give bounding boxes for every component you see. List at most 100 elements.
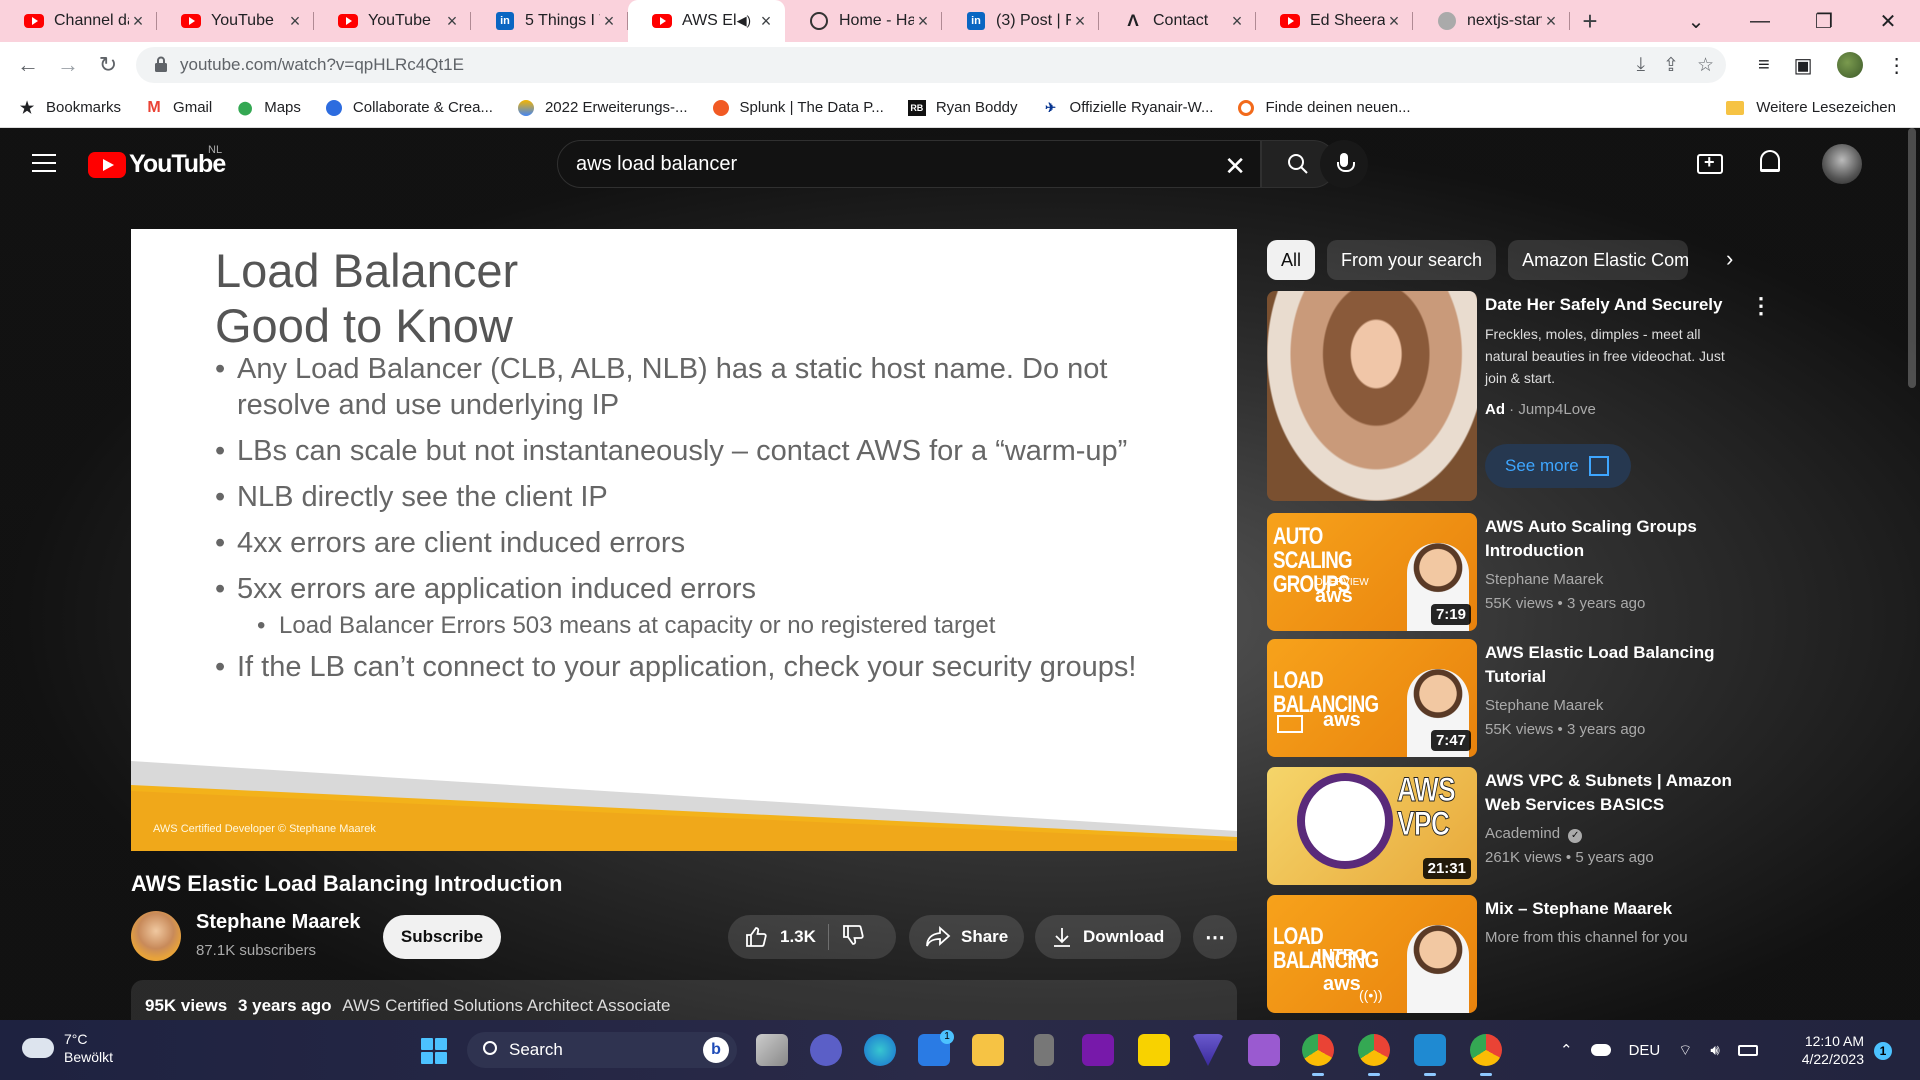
- subscribe-button[interactable]: Subscribe: [383, 915, 501, 959]
- windows-start-icon[interactable]: [421, 1038, 447, 1064]
- other-bookmarks[interactable]: Weitere Lesezeichen: [1726, 99, 1896, 116]
- browser-tab[interactable]: Ed Sheeran×: [1256, 0, 1413, 42]
- bing-icon[interactable]: b: [703, 1037, 729, 1063]
- battery-icon[interactable]: [1737, 1044, 1758, 1056]
- ad-menu-icon[interactable]: ⋮: [1750, 293, 1772, 319]
- bookmark-star-icon[interactable]: ☆: [1697, 54, 1714, 77]
- mail-icon[interactable]: 1: [918, 1030, 954, 1066]
- tab-close-icon[interactable]: ×: [1542, 11, 1560, 32]
- browser-tab[interactable]: in (3) Post | Fe×: [942, 0, 1099, 42]
- browser-tab[interactable]: nextjs-start ×: [1413, 0, 1570, 42]
- ad-card[interactable]: Date Her Safely And Securely Freckles, m…: [1267, 291, 1787, 501]
- language-indicator[interactable]: DEU: [1629, 1042, 1661, 1059]
- recommendation-title[interactable]: AWS Auto Scaling Groups Introduction: [1485, 515, 1745, 563]
- volume-icon[interactable]: 🔊︎: [1710, 1042, 1719, 1059]
- vpn-icon[interactable]: [1192, 1034, 1224, 1066]
- wifi-icon[interactable]: ⌔: [1678, 1041, 1692, 1060]
- tray-overflow-chevron-icon[interactable]: ⌃: [1560, 1041, 1573, 1059]
- hamburger-menu-icon[interactable]: [32, 154, 56, 172]
- more-actions-button[interactable]: ⋯: [1193, 915, 1237, 959]
- recommendation-channel[interactable]: Stephane Maarek: [1485, 697, 1603, 714]
- tab-close-icon[interactable]: ×: [1385, 11, 1403, 32]
- tab-close-icon[interactable]: ×: [1071, 11, 1089, 32]
- clear-search-icon[interactable]: ✕: [1224, 151, 1246, 182]
- bookmark-item[interactable]: RB Ryan Boddy: [907, 99, 1018, 117]
- ad-thumbnail[interactable]: [1267, 291, 1477, 501]
- bookmark-item[interactable]: Splunk | The Data P...: [712, 99, 884, 117]
- mix-item[interactable]: LOAD BALANCING INTRO aws ((•)) Mix – Ste…: [1267, 895, 1787, 1013]
- recommendation-title[interactable]: AWS Elastic Load Balancing Tutorial: [1485, 641, 1745, 689]
- browser-tab[interactable]: Home - Has×: [785, 0, 942, 42]
- install-app-icon[interactable]: ⤓: [1637, 54, 1645, 77]
- download-button[interactable]: Download: [1035, 915, 1181, 959]
- browser-tab[interactable]: YouTube ×: [157, 0, 314, 42]
- page-scrollbar[interactable]: [1908, 128, 1916, 388]
- bookmark-item[interactable]: M Gmail: [145, 99, 212, 117]
- recommendation-channel[interactable]: Academind ✓: [1485, 825, 1583, 843]
- youtube-logo[interactable]: YouTube NL: [88, 144, 226, 179]
- see-more-button[interactable]: See more: [1485, 444, 1631, 488]
- side-panel-icon[interactable]: ▣: [1794, 53, 1813, 78]
- taskbar-search[interactable]: Search b: [467, 1032, 737, 1068]
- forward-button[interactable]: →: [48, 52, 88, 78]
- recommendation-item[interactable]: LOAD BALANCING aws 7:47 AWS Elastic Load…: [1267, 639, 1787, 757]
- share-button[interactable]: Share: [909, 915, 1024, 959]
- taskbar-clock[interactable]: 12:10 AM 4/22/2023: [1790, 1032, 1864, 1068]
- description-tag[interactable]: AWS Certified Solutions Architect Associ…: [342, 996, 670, 1015]
- chip-from-your-search[interactable]: From your search: [1327, 240, 1497, 280]
- gallery-icon[interactable]: [1248, 1034, 1280, 1066]
- back-button[interactable]: ←: [8, 52, 48, 78]
- recommendation-item[interactable]: AWS VPC 21:31 AWS VPC & Subnets | Amazon…: [1267, 767, 1787, 885]
- recommendation-item[interactable]: AUTO SCALING GROUPS OVERVIEW aws 7:19 AW…: [1267, 513, 1787, 631]
- channel-name[interactable]: Stephane Maarek: [196, 911, 361, 934]
- chrome-menu-icon[interactable]: ⋮: [1887, 53, 1907, 78]
- media-control-icon[interactable]: ≡: [1758, 54, 1770, 77]
- tab-close-icon[interactable]: ×: [443, 11, 461, 32]
- ad-title[interactable]: Date Her Safely And Securely: [1485, 293, 1745, 317]
- sticky-notes-icon[interactable]: [1138, 1034, 1170, 1066]
- chrome-icon-2[interactable]: [1358, 1034, 1390, 1076]
- share-page-icon[interactable]: ⇪: [1663, 54, 1679, 77]
- address-bar[interactable]: youtube.com/watch?v=qpHLRc4Qt1E ⤓ ⇪ ☆: [136, 47, 1726, 83]
- teams-chat-icon[interactable]: [810, 1034, 842, 1066]
- tab-close-icon[interactable]: ×: [129, 11, 147, 32]
- voice-search-mic-icon[interactable]: [1320, 140, 1368, 188]
- browser-tab[interactable]: Channel dashboard×: [0, 0, 157, 42]
- edge-icon[interactable]: [864, 1034, 896, 1066]
- recommendation-title[interactable]: AWS VPC & Subnets | Amazon Web Services …: [1485, 769, 1745, 817]
- like-button[interactable]: 1.3K: [728, 925, 816, 949]
- tab-close-icon[interactable]: ×: [286, 11, 304, 32]
- notifications-bell-icon[interactable]: [1760, 150, 1780, 172]
- task-view-icon[interactable]: [756, 1034, 788, 1066]
- close-window-button[interactable]: ✕: [1856, 9, 1920, 34]
- video-player[interactable]: Load Balancer Good to Know Any Load Bala…: [131, 229, 1237, 851]
- recommendation-thumbnail[interactable]: AUTO SCALING GROUPS OVERVIEW aws 7:19: [1267, 513, 1477, 631]
- search-input[interactable]: aws load balancer ✕: [557, 140, 1261, 188]
- tab-close-icon[interactable]: ×: [600, 11, 618, 32]
- channel-avatar[interactable]: [131, 911, 181, 961]
- browser-tab[interactable]: Λ Contact ×: [1099, 0, 1256, 42]
- onenote-icon[interactable]: [1082, 1034, 1114, 1066]
- maximize-button[interactable]: ❐: [1792, 9, 1856, 34]
- recommendation-thumbnail[interactable]: LOAD BALANCING aws 7:47: [1267, 639, 1477, 757]
- bookmark-item[interactable]: ⬤ Maps: [236, 99, 301, 117]
- create-video-icon[interactable]: [1697, 152, 1723, 174]
- description-box[interactable]: 95K views 3 years ago AWS Certified Solu…: [131, 980, 1237, 1020]
- mix-thumbnail[interactable]: LOAD BALANCING INTRO aws ((•)): [1267, 895, 1477, 1013]
- notification-badge[interactable]: 1: [1874, 1042, 1892, 1060]
- reload-button[interactable]: ↻: [88, 52, 128, 78]
- chevron-right-icon[interactable]: ›: [1726, 246, 1733, 272]
- tab-close-icon[interactable]: ×: [1228, 11, 1246, 32]
- bookmark-item[interactable]: Finde deinen neuen...: [1237, 99, 1411, 117]
- mix-title[interactable]: Mix – Stephane Maarek: [1485, 897, 1745, 921]
- chrome-icon-active[interactable]: [1302, 1034, 1334, 1076]
- tab-close-icon[interactable]: ×: [757, 11, 775, 32]
- chip-amazon-elastic[interactable]: Amazon Elastic Comp: [1508, 240, 1689, 280]
- dislike-button[interactable]: [841, 923, 865, 952]
- voice-recorder-icon[interactable]: [1034, 1034, 1054, 1066]
- account-avatar[interactable]: [1822, 144, 1862, 184]
- tab-close-icon[interactable]: ×: [914, 11, 932, 32]
- chip-all[interactable]: All: [1267, 240, 1316, 280]
- recommendation-thumbnail[interactable]: AWS VPC 21:31: [1267, 767, 1477, 885]
- minimize-button[interactable]: —: [1728, 10, 1792, 33]
